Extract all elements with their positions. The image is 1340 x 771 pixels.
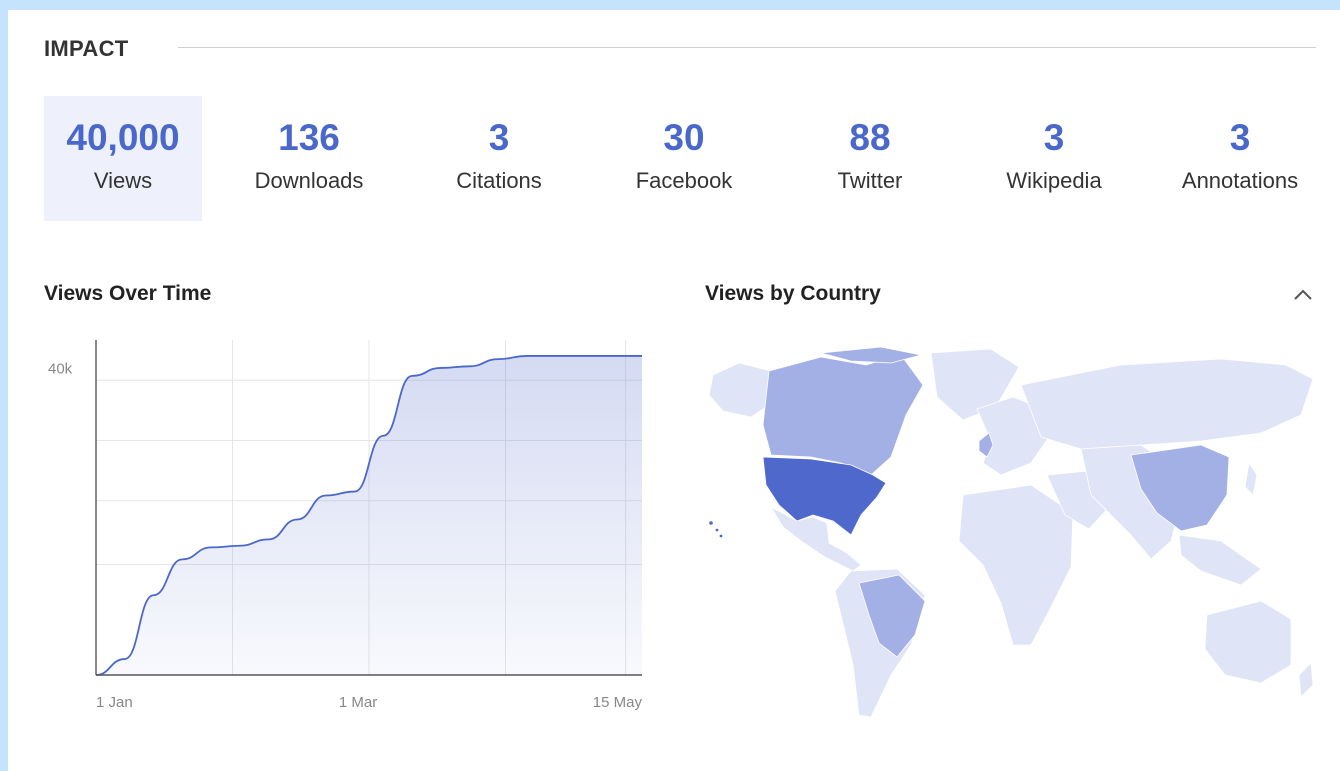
map-region-southeast-asia[interactable] (1178, 534, 1262, 586)
views-over-time-chart: 40k 1 Jan 1 Mar 15 May (44, 340, 644, 720)
tick-label: 1 Jan (96, 694, 133, 711)
metric-label: Downloads (254, 168, 364, 193)
views-over-time-title: Views Over Time (44, 282, 212, 305)
metric-value: 40,000 (66, 117, 180, 158)
map-region-new-zealand[interactable] (1298, 662, 1314, 698)
map-region-russia[interactable] (1020, 358, 1314, 450)
metric-value: 3 (1229, 117, 1251, 158)
metric-facebook[interactable]: 30 Facebook (614, 96, 754, 221)
metric-label: Twitter (837, 168, 903, 193)
chevron-up-icon[interactable] (1290, 282, 1316, 308)
metric-wikipedia[interactable]: 3 Wikipedia (984, 96, 1124, 221)
map-region-canada[interactable] (762, 354, 924, 476)
map-region-alaska[interactable] (708, 362, 772, 418)
metric-downloads[interactable]: 136 Downloads (239, 96, 379, 221)
metric-value: 136 (278, 117, 340, 158)
metric-label: Facebook (635, 168, 733, 193)
views-by-country-title: Views by Country (705, 282, 881, 305)
section-divider (178, 47, 1316, 48)
views-by-country-map[interactable] (701, 345, 1326, 725)
metric-value: 88 (849, 117, 891, 158)
map-region-hawaii[interactable] (708, 520, 714, 526)
impact-card: IMPACT 40,000 Views 136 Downloads 3 Cita… (8, 10, 1340, 771)
map-region-hawaii-2 (714, 527, 720, 533)
metric-label: Wikipedia (1006, 168, 1102, 193)
metric-value: 3 (488, 117, 510, 158)
map-region-africa[interactable] (958, 484, 1074, 646)
map-region-hawaii-3 (718, 533, 724, 539)
metrics-row: 40,000 Views 136 Downloads 3 Citations 3… (44, 96, 1316, 221)
metric-value: 30 (663, 117, 705, 158)
metric-views[interactable]: 40,000 Views (44, 96, 202, 221)
tick-label: 15 May (593, 694, 643, 711)
impact-section-header: IMPACT (44, 36, 1316, 61)
metric-label: Views (93, 168, 153, 193)
section-title: IMPACT (44, 36, 129, 61)
metric-twitter[interactable]: 88 Twitter (800, 96, 940, 221)
metric-annotations[interactable]: 3 Annotations (1165, 96, 1315, 221)
tick-label: 1 Mar (339, 694, 377, 711)
metric-label: Citations (456, 168, 542, 193)
map-region-australia[interactable] (1204, 600, 1292, 684)
tick-label: 40k (48, 361, 73, 378)
metric-label: Annotations (1181, 168, 1299, 193)
map-region-japan[interactable] (1244, 461, 1258, 496)
metric-citations[interactable]: 3 Citations (429, 96, 569, 221)
metric-value: 3 (1043, 117, 1065, 158)
